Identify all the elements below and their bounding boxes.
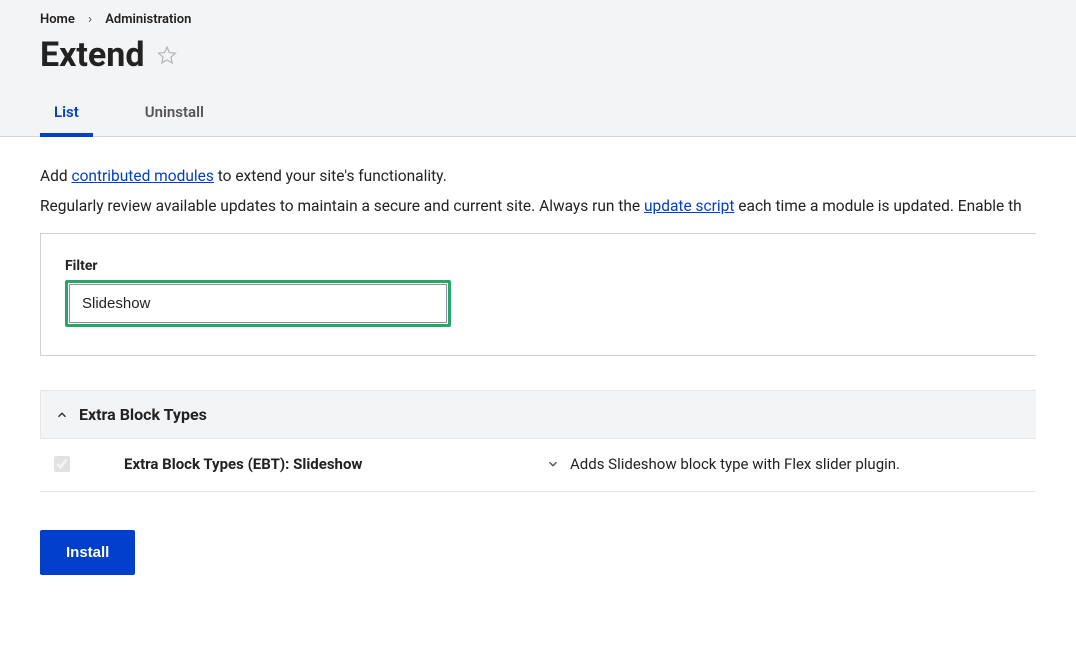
breadcrumb-admin[interactable]: Administration [105,12,191,27]
filter-label: Filter [65,258,1012,274]
chevron-up-icon [55,408,69,422]
tab-uninstall[interactable]: Uninstall [131,93,218,137]
intro-text-2: Regularly review available updates to ma… [40,197,1036,215]
breadcrumb-home[interactable]: Home [40,12,75,27]
tabs: List Uninstall [40,93,1036,136]
module-name: Extra Block Types (EBT): Slideshow [88,455,528,473]
chevron-right-icon: › [88,12,92,27]
star-icon[interactable] [157,45,177,65]
install-button[interactable]: Install [40,530,135,575]
filter-input-focus-ring [65,280,451,327]
module-description: Adds Slideshow block type with Flex slid… [570,455,900,473]
module-checkbox[interactable] [54,456,70,472]
filter-box: Filter [40,233,1036,356]
contributed-modules-link[interactable]: contributed modules [71,167,213,185]
tab-list[interactable]: List [40,93,93,137]
breadcrumb: Home › Administration [40,10,1036,35]
page-title: Extend [40,35,145,75]
intro-text-1: Add contributed modules to extend your s… [40,167,1036,185]
group-title: Extra Block Types [79,405,207,424]
filter-input[interactable] [69,284,447,323]
update-script-link[interactable]: update script [644,197,734,215]
module-row: Extra Block Types (EBT): Slideshow Adds … [40,439,1036,492]
group-header-extra-block-types[interactable]: Extra Block Types [40,390,1036,439]
chevron-down-icon[interactable] [546,457,560,471]
